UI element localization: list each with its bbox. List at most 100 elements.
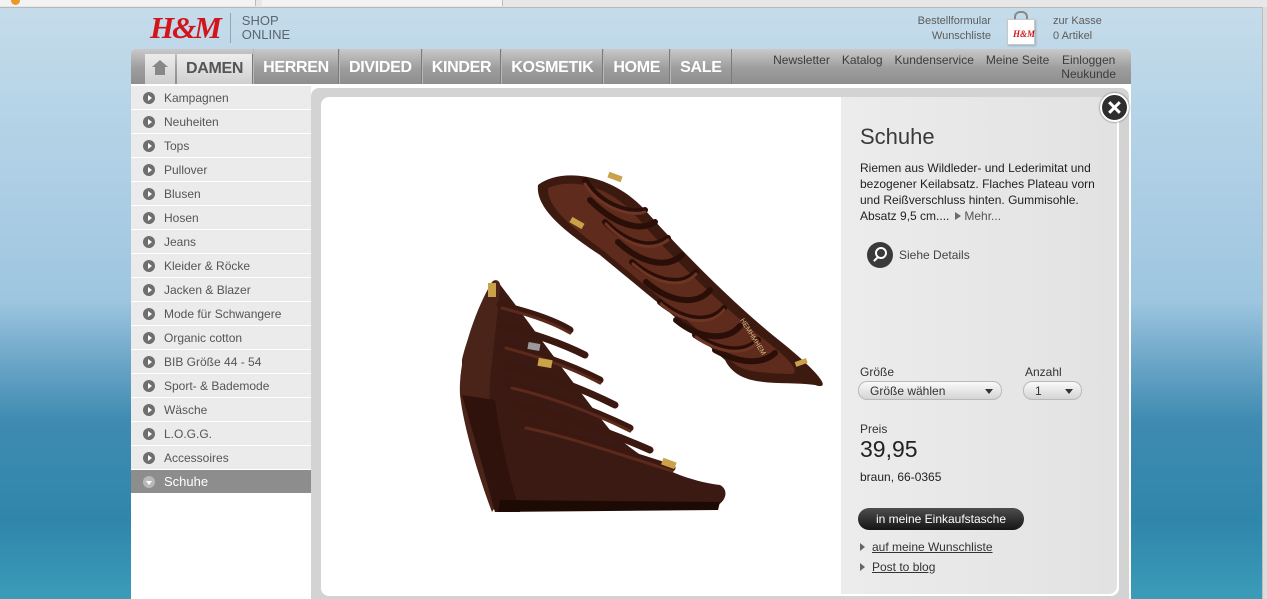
shop-line-2: ONLINE xyxy=(241,27,291,42)
tab-kinder[interactable]: KINDER xyxy=(421,49,502,84)
home-button[interactable] xyxy=(145,54,175,84)
arrow-bullet-icon xyxy=(143,236,155,248)
logo-text: H&M xyxy=(150,10,222,45)
sidebar-item-neuheiten[interactable]: Neuheiten xyxy=(131,110,311,134)
arrow-bullet-icon xyxy=(143,92,155,104)
sidebar-item-waesche[interactable]: Wäsche xyxy=(131,398,311,422)
sidebar-item-pullover[interactable]: Pullover xyxy=(131,158,311,182)
arrow-bullet-icon xyxy=(143,380,155,392)
shopping-bag-icon[interactable]: H&M xyxy=(1005,11,1035,45)
sidebar-item-label: Organic cotton xyxy=(164,331,243,345)
arrow-bullet-icon xyxy=(143,212,155,224)
product-image[interactable]: HEMHMHEM xyxy=(440,160,840,525)
close-icon[interactable] xyxy=(1100,93,1129,122)
size-label: Größe xyxy=(860,365,895,379)
sidebar-item-schuhe[interactable]: Schuhe xyxy=(131,470,311,494)
newsletter-link[interactable]: Newsletter xyxy=(773,53,830,81)
arrow-right-icon xyxy=(860,543,865,551)
size-select-value: Größe wählen xyxy=(870,384,946,398)
sidebar-item-accessoires[interactable]: Accessoires xyxy=(131,446,311,470)
play-arrow-icon xyxy=(955,212,962,220)
arrow-bullet-icon xyxy=(143,356,155,368)
wishlist-link[interactable]: Wunschliste xyxy=(918,29,991,44)
magnifier-icon xyxy=(867,242,893,268)
bag-logo: H&M xyxy=(1013,29,1036,39)
arrow-bullet-icon xyxy=(143,476,155,488)
hm-logo[interactable]: H&M SHOP ONLINE xyxy=(150,10,290,46)
sidebar-item-label: Jeans xyxy=(164,235,197,249)
sidebar-item-label: Jacken & Blazer xyxy=(164,283,251,297)
home-icon xyxy=(152,60,168,67)
add-to-wishlist-link[interactable]: auf meine Wunschliste xyxy=(860,540,993,554)
checkout-link[interactable]: zur Kasse xyxy=(1053,14,1102,29)
sidebar-item-label: Kleider & Röcke xyxy=(164,259,251,273)
arrow-right-icon xyxy=(860,563,865,571)
tab-sale[interactable]: SALE xyxy=(670,49,732,84)
magnifier-handle xyxy=(873,256,879,262)
browser-tab[interactable] xyxy=(0,0,256,6)
arrow-bullet-icon xyxy=(143,284,155,296)
catalog-link[interactable]: Katalog xyxy=(842,53,883,81)
home-icon-base xyxy=(155,67,165,75)
my-page-link[interactable]: Meine Seite xyxy=(986,53,1049,81)
product-title: Schuhe xyxy=(860,124,935,149)
add-to-bag-button[interactable]: in meine Einkaufstasche xyxy=(858,508,1024,530)
arrow-bullet-icon xyxy=(143,260,155,272)
post-to-blog-link[interactable]: Post to blog xyxy=(860,560,935,574)
more-link[interactable]: Mehr... xyxy=(949,209,1001,223)
quantity-label: Anzahl xyxy=(1025,365,1062,379)
quantity-select[interactable]: 1 xyxy=(1023,381,1082,400)
see-details-link[interactable]: Siehe Details xyxy=(867,241,970,269)
sidebar-item-label: Hosen xyxy=(164,211,199,225)
tab-damen[interactable]: DAMEN xyxy=(177,54,254,84)
sidebar-item-label: Mode für Schwangere xyxy=(164,307,282,321)
cart-summary[interactable]: zur Kasse 0 Artikel xyxy=(1053,14,1102,44)
arrow-bullet-icon xyxy=(143,164,155,176)
sidebar-item-label: Pullover xyxy=(164,163,208,177)
sidebar-item-kleider[interactable]: Kleider & Röcke xyxy=(131,254,311,278)
tab-kosmetik[interactable]: KOSMETIK xyxy=(501,49,604,84)
sidebar-item-tops[interactable]: Tops xyxy=(131,134,311,158)
arrow-bullet-icon xyxy=(143,452,155,464)
size-select[interactable]: Größe wählen xyxy=(858,381,1002,400)
arrow-bullet-icon xyxy=(143,404,155,416)
price-value: 39,95 xyxy=(860,436,918,462)
sidebar-item-label: Tops xyxy=(164,139,190,153)
sidebar-item-sport[interactable]: Sport- & Bademode xyxy=(131,374,311,398)
bag-body: H&M xyxy=(1007,19,1035,45)
logo-divider xyxy=(229,13,231,43)
category-sidebar: Kampagnen Neuheiten Tops Pullover Blusen… xyxy=(131,86,311,494)
sidebar-item-blusen[interactable]: Blusen xyxy=(131,182,311,206)
main-navigation: DAMEN HERREN DIVIDED KINDER KOSMETIK HOM… xyxy=(131,49,1131,84)
sidebar-item-label: Kampagnen xyxy=(164,91,229,105)
sidebar-item-kampagnen[interactable]: Kampagnen xyxy=(131,86,311,110)
sidebar-item-label: Wäsche xyxy=(164,403,208,417)
tab-herren[interactable]: HERREN xyxy=(253,49,339,84)
quantity-select-value: 1 xyxy=(1035,384,1042,398)
nav-tabs: DAMEN HERREN DIVIDED KINDER KOSMETIK HOM… xyxy=(177,49,732,84)
sidebar-item-jacken[interactable]: Jacken & Blazer xyxy=(131,278,311,302)
sidebar-item-hosen[interactable]: Hosen xyxy=(131,206,311,230)
blog-link-label: Post to blog xyxy=(872,560,936,574)
sidebar-item-label: Accessoires xyxy=(164,451,229,465)
arrow-bullet-icon xyxy=(143,116,155,128)
sidebar-item-label: Schuhe xyxy=(164,474,209,489)
scrollbar[interactable] xyxy=(1262,7,1267,599)
login-link[interactable]: Einloggen xyxy=(1061,53,1116,67)
tab-divided[interactable]: DIVIDED xyxy=(338,49,422,84)
sidebar-item-label: L.O.G.G. xyxy=(164,427,213,441)
cart-count: 0 Artikel xyxy=(1053,30,1093,42)
browser-tab[interactable] xyxy=(262,0,503,6)
sidebar-item-schwangere[interactable]: Mode für Schwangere xyxy=(131,302,311,326)
sidebar-item-jeans[interactable]: Jeans xyxy=(131,230,311,254)
sidebar-item-label: Blusen xyxy=(164,187,201,201)
new-customer-link[interactable]: Neukunde xyxy=(1061,67,1116,81)
sidebar-item-bib[interactable]: BIB Größe 44 - 54 xyxy=(131,350,311,374)
sidebar-item-logg[interactable]: L.O.G.G. xyxy=(131,422,311,446)
sidebar-item-label: BIB Größe 44 - 54 xyxy=(164,355,262,369)
customer-service-link[interactable]: Kundenservice xyxy=(895,53,974,81)
sidebar-item-organic[interactable]: Organic cotton xyxy=(131,326,311,350)
color-article-code: braun, 66-0365 xyxy=(860,470,942,484)
order-form-link[interactable]: Bestellformular xyxy=(918,14,991,29)
tab-home[interactable]: HOME xyxy=(603,49,671,84)
